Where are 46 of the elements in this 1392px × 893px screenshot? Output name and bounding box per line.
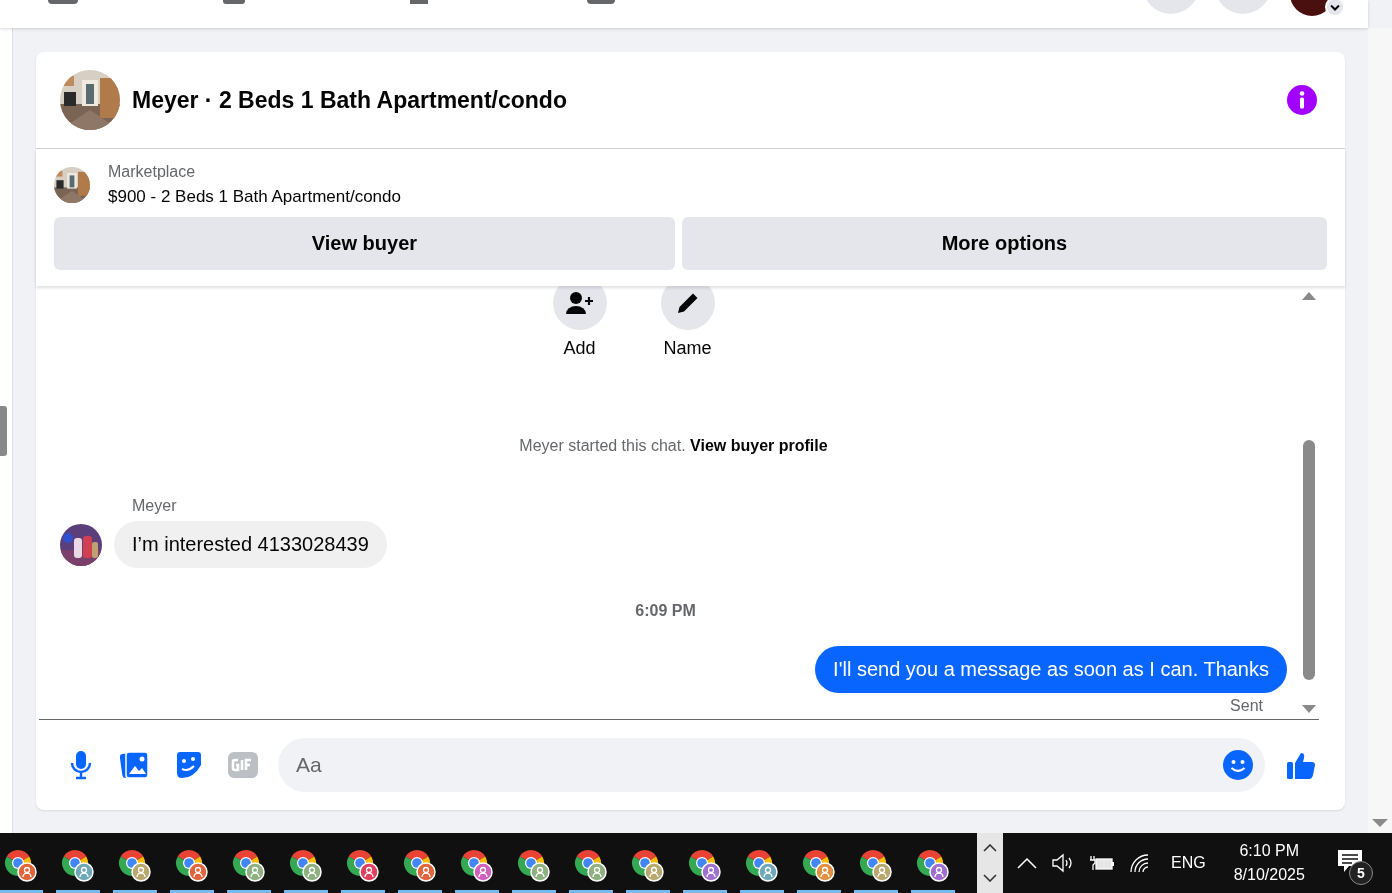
browser-icon [459,849,494,883]
chevron-up-icon[interactable] [983,844,997,852]
listing-button[interactable]: More options [681,217,1327,270]
chat-title: Meyer · 2 Beds 1 Bath Apartment/condo [132,86,568,114]
browser-icon [117,849,152,883]
battery-icon[interactable] [1089,854,1115,872]
scroll-down-icon[interactable] [1302,705,1316,713]
browser-icon [174,849,209,883]
browser-icon [402,849,437,883]
view-buyer-profile-link[interactable]: View buyer profile [690,437,828,454]
browser-icon [744,849,779,883]
browser-icon [516,849,551,883]
scrollbar-thumb[interactable] [1303,440,1315,680]
emoji-icon[interactable] [1223,750,1253,780]
browser-icon [231,849,266,883]
chat-notice: Meyer started this chat. View buyer profile [518,437,829,455]
notification-count: 5 [1348,861,1373,885]
scroll-up-icon[interactable] [1302,292,1316,300]
input-language[interactable]: ENG [1171,854,1206,872]
clock-time[interactable]: 6:10 PM [1239,842,1300,860]
browser-icon [858,849,893,883]
speaker-icon[interactable] [1051,853,1075,873]
listing-button[interactable]: View buyer [54,217,675,270]
scroll-down-icon[interactable] [1372,819,1388,827]
clock-date[interactable]: 8/10/2025 [1233,866,1305,884]
browser-icon [915,849,950,883]
browser-icon [60,849,95,883]
browser-icon [288,849,323,883]
browser-icon [3,849,38,883]
outgoing-message: I'll send you a message as soon as I can. Thanks [815,646,1287,693]
chevron-down-icon[interactable] [983,874,997,882]
scrollbar-thumb[interactable] [0,405,7,456]
add-person-icon [565,291,594,315]
sender-name: Meyer [132,497,178,515]
message-input[interactable]: Aa [278,738,1265,792]
listing-source: Marketplace [108,163,197,181]
timestamp: 6:09 PM [634,602,697,620]
browser-icon [801,849,836,883]
message-status: Sent [1230,697,1263,715]
browser-icon [345,849,380,883]
listing-summary: $900 - 2 Beds 1 Bath Apartment/condo [108,187,401,207]
browser-icon [630,849,665,883]
incoming-message: I’m interested 4133028439 [114,521,387,568]
browser-icon [687,849,722,883]
browser-icon [573,849,608,883]
info-icon[interactable] [1287,85,1317,115]
